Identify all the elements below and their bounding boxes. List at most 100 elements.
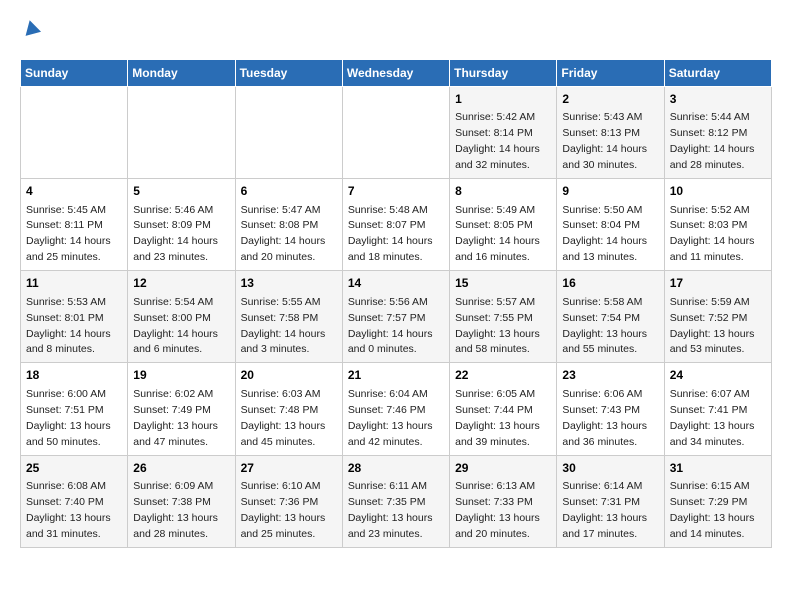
day-info-line: Sunrise: 5:44 AM [670,111,750,123]
day-info-line: Sunset: 7:43 PM [562,404,640,416]
day-number: 16 [562,275,658,292]
day-number: 10 [670,183,766,200]
day-info-line: Sunset: 8:05 PM [455,219,533,231]
day-info-line: and 20 minutes. [455,528,530,540]
calendar-cell: 28Sunrise: 6:11 AMSunset: 7:35 PMDayligh… [342,455,449,547]
day-info-line: Sunset: 8:01 PM [26,312,104,324]
day-info-line: and 50 minutes. [26,436,101,448]
day-info-line: Sunset: 7:29 PM [670,496,748,508]
day-info-line: Sunrise: 6:04 AM [348,388,428,400]
logo [20,20,42,43]
calendar-cell: 18Sunrise: 6:00 AMSunset: 7:51 PMDayligh… [21,363,128,455]
day-of-week-header: Saturday [664,60,771,87]
day-info-line: Daylight: 13 hours [670,328,755,340]
day-number: 13 [241,275,337,292]
day-number: 18 [26,367,122,384]
day-number: 5 [133,183,229,200]
day-number: 31 [670,460,766,477]
day-number: 12 [133,275,229,292]
calendar-week-row: 18Sunrise: 6:00 AMSunset: 7:51 PMDayligh… [21,363,772,455]
day-info-line: Sunrise: 5:58 AM [562,296,642,308]
calendar-week-row: 1Sunrise: 5:42 AMSunset: 8:14 PMDaylight… [21,87,772,179]
day-info-line: Sunrise: 5:46 AM [133,204,213,216]
day-info-line: Sunset: 7:54 PM [562,312,640,324]
day-number: 26 [133,460,229,477]
day-info-line: Sunrise: 5:53 AM [26,296,106,308]
day-number: 8 [455,183,551,200]
day-info-line: Sunrise: 6:13 AM [455,480,535,492]
day-info-line: Sunset: 7:58 PM [241,312,319,324]
calendar-cell: 15Sunrise: 5:57 AMSunset: 7:55 PMDayligh… [450,271,557,363]
day-info-line: Daylight: 13 hours [348,420,433,432]
day-info-line: Sunset: 7:38 PM [133,496,211,508]
day-info-line: Daylight: 14 hours [26,328,111,340]
day-of-week-header: Monday [128,60,235,87]
calendar-cell: 29Sunrise: 6:13 AMSunset: 7:33 PMDayligh… [450,455,557,547]
calendar-week-row: 11 Sunrise: 5:53 AM Sunset: 8:01 PM Dayligh… [21,271,772,363]
day-info-line: and 55 minutes. [562,343,637,355]
day-number: 28 [348,460,444,477]
day-info-line: Sunset: 7:41 PM [670,404,748,416]
day-info-line: Sunrise: 5:48 AM [348,204,428,216]
day-number: 20 [241,367,337,384]
calendar-cell: 26Sunrise: 6:09 AMSunset: 7:38 PMDayligh… [128,455,235,547]
day-info-line: Daylight: 14 hours [26,235,111,247]
day-info-line: Sunset: 7:46 PM [348,404,426,416]
calendar-cell: 22Sunrise: 6:05 AMSunset: 7:44 PMDayligh… [450,363,557,455]
day-info-line: Daylight: 14 hours [455,143,540,155]
calendar-table: SundayMondayTuesdayWednesdayThursdayFrid… [20,59,772,548]
calendar-cell: 17Sunrise: 5:59 AMSunset: 7:52 PMDayligh… [664,271,771,363]
day-info-line: Daylight: 14 hours [670,235,755,247]
calendar-cell: 4Sunrise: 5:45 AMSunset: 8:11 PMDaylight… [21,179,128,271]
day-number: 7 [348,183,444,200]
day-number: 17 [670,275,766,292]
day-info-line: Sunset: 7:44 PM [455,404,533,416]
calendar-cell: 8Sunrise: 5:49 AMSunset: 8:05 PMDaylight… [450,179,557,271]
day-info-line: Sunset: 8:11 PM [26,219,103,231]
day-of-week-header: Tuesday [235,60,342,87]
day-of-week-header: Thursday [450,60,557,87]
day-info-line: Sunset: 8:13 PM [562,127,640,139]
day-info-line: and 3 minutes. [241,343,310,355]
day-of-week-header: Sunday [21,60,128,87]
day-number: 30 [562,460,658,477]
day-number: 3 [670,91,766,108]
day-info-line: Sunrise: 6:15 AM [670,480,750,492]
day-info-line: and 0 minutes. [348,343,417,355]
calendar-cell [342,87,449,179]
day-info-line: Daylight: 13 hours [348,512,433,524]
day-info-line: and 34 minutes. [670,436,745,448]
day-info-line: and 14 minutes. [670,528,745,540]
calendar-cell: 25Sunrise: 6:08 AMSunset: 7:40 PMDayligh… [21,455,128,547]
day-info-line: Sunset: 8:12 PM [670,127,748,139]
calendar-cell: 5Sunrise: 5:46 AMSunset: 8:09 PMDaylight… [128,179,235,271]
day-info-line: and 23 minutes. [348,528,423,540]
day-info-line: and 30 minutes. [562,159,637,171]
calendar-cell: 24Sunrise: 6:07 AMSunset: 7:41 PMDayligh… [664,363,771,455]
calendar-cell [21,87,128,179]
day-number: 1 [455,91,551,108]
day-info-line: Sunset: 7:49 PM [133,404,211,416]
day-info-line: and 8 minutes. [26,343,95,355]
day-info-line: Daylight: 14 hours [348,235,433,247]
day-number: 25 [26,460,122,477]
day-info-line: Sunrise: 5:45 AM [26,204,106,216]
day-info-line: Daylight: 14 hours [241,328,326,340]
day-info-line: Sunset: 7:35 PM [348,496,426,508]
day-number: 15 [455,275,551,292]
calendar-cell: 11 Sunrise: 5:53 AM Sunset: 8:01 PM Dayligh… [21,271,128,363]
day-info-line: and 18 minutes. [348,251,423,263]
day-info-line: Sunrise: 5:56 AM [348,296,428,308]
day-info-line: Daylight: 13 hours [670,512,755,524]
calendar-cell: 21Sunrise: 6:04 AMSunset: 7:46 PMDayligh… [342,363,449,455]
calendar-cell: 7Sunrise: 5:48 AMSunset: 8:07 PMDaylight… [342,179,449,271]
day-info-line: Sunrise: 5:55 AM [241,296,321,308]
calendar-cell: 20Sunrise: 6:03 AMSunset: 7:48 PMDayligh… [235,363,342,455]
day-info-line: Sunrise: 5:47 AM [241,204,321,216]
day-info-line: Daylight: 14 hours [241,235,326,247]
day-info-line: Sunset: 8:09 PM [133,219,211,231]
day-info-line: and 11 minutes. [670,251,744,263]
day-number: 11 [26,275,122,292]
calendar-cell: 9Sunrise: 5:50 AMSunset: 8:04 PMDaylight… [557,179,664,271]
day-info-line: Daylight: 13 hours [455,512,540,524]
